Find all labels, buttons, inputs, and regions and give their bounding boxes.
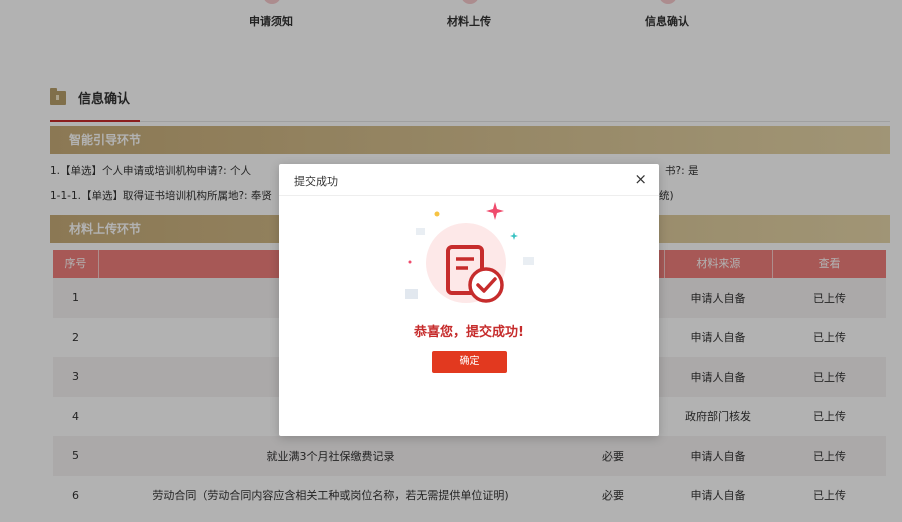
close-icon[interactable]: × (634, 170, 647, 188)
dialog-header: 提交成功 × (279, 164, 659, 196)
confirm-button[interactable]: 确定 (432, 351, 507, 373)
success-message: 恭喜您，提交成功! (414, 325, 524, 340)
success-dialog: 提交成功 × 恭喜您，提交成功! 确定 (279, 164, 659, 436)
dialog-title: 提交成功 (294, 175, 338, 188)
success-document-icon (405, 202, 534, 303)
